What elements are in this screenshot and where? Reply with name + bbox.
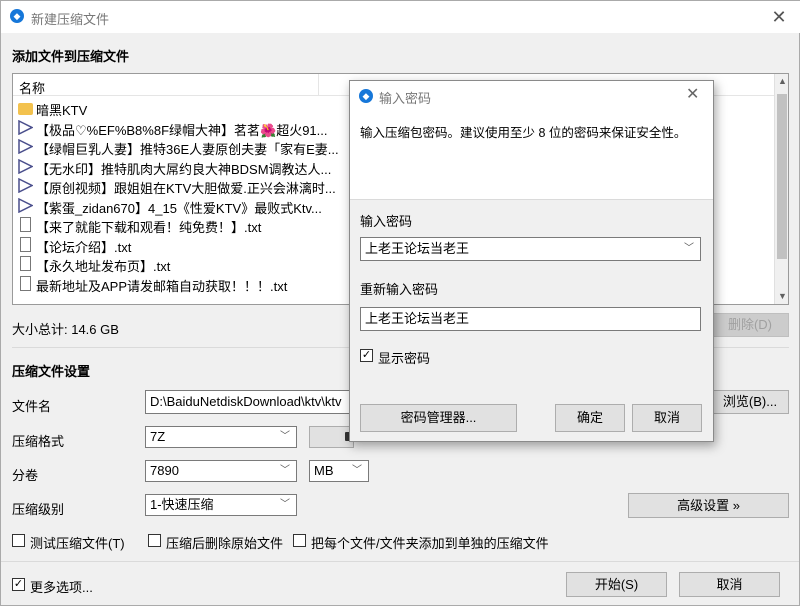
- test-label[interactable]: 测试压缩文件(T): [30, 533, 125, 552]
- volume-select[interactable]: 7890 ﹀: [145, 460, 297, 482]
- list-item-name: 【极品♡%EF%B8%8F绿帽大神】茗茗🌺超火91...: [36, 122, 328, 138]
- text-file-icon: [20, 256, 31, 271]
- dialog-title: 输入密码: [379, 91, 432, 106]
- divider: [350, 199, 713, 200]
- total-size: 大小总计: 14.6 GB: [12, 322, 119, 337]
- separate-checkbox[interactable]: [293, 534, 306, 547]
- list-item-name: 【原创视频】跟姐姐在KTV大胆做爱.正兴会淋漓时...: [36, 181, 336, 196]
- dialog-title-bar: ◆ 输入密码 ✕: [350, 81, 713, 111]
- show-password-checkbox[interactable]: ✓: [360, 349, 373, 362]
- scroll-thumb[interactable]: [777, 94, 787, 259]
- chevron-down-icon: ﹀: [352, 465, 362, 476]
- password-manager-button[interactable]: 密码管理器...: [360, 404, 517, 432]
- list-item-name: 【永久地址发布页】.txt: [36, 259, 171, 274]
- column-divider[interactable]: [318, 74, 319, 96]
- scrollbar[interactable]: ▲ ▼: [774, 74, 788, 304]
- list-item-name: 暗黑KTV: [36, 103, 88, 118]
- volume-unit-select[interactable]: MB ﹀: [309, 460, 369, 482]
- video-file-icon: [18, 138, 34, 155]
- column-header-name[interactable]: 名称: [19, 78, 45, 97]
- dialog-cancel-button[interactable]: 取消: [632, 404, 702, 432]
- window-title: 新建压缩文件: [31, 12, 110, 27]
- divider: [1, 561, 799, 562]
- more-options-label[interactable]: 更多选项...: [30, 577, 93, 596]
- scroll-up-icon[interactable]: ▲: [775, 74, 788, 89]
- level-select[interactable]: 1-快速压缩 ﹀: [145, 494, 297, 516]
- browse-button[interactable]: 浏览(B)...: [711, 390, 789, 414]
- more-options-checkbox[interactable]: ✓: [12, 578, 25, 591]
- list-item-name: 【来了就能下载和观看！纯免费！】.txt: [36, 220, 262, 235]
- show-password-label[interactable]: 显示密码: [378, 348, 430, 367]
- password-label: 输入密码: [360, 214, 413, 229]
- cancel-button[interactable]: 取消: [679, 572, 780, 597]
- password-button[interactable]: [309, 426, 354, 448]
- volume-label: 分卷: [12, 468, 39, 483]
- chevron-down-icon: ﹀: [280, 499, 290, 510]
- start-button[interactable]: 开始(S): [566, 572, 667, 597]
- list-item-name: 最新地址及APP请发邮箱自动获取！！！.txt: [36, 278, 288, 294]
- format-value: 7Z: [150, 429, 166, 444]
- chevron-down-icon: ﹀: [684, 243, 694, 254]
- level-label: 压缩级别: [12, 502, 65, 517]
- close-icon[interactable]: ✕: [767, 5, 791, 29]
- app-logo-icon: ◆: [10, 9, 24, 23]
- confirm-password-input[interactable]: 上老王论坛当老王: [360, 307, 701, 331]
- ok-button[interactable]: 确定: [555, 404, 625, 432]
- list-item-name: 【紫蛋_zidan670】4_15《性爱KTV》最败式Ktv...: [36, 200, 322, 216]
- password-dialog: ◆ 输入密码 ✕ 输入压缩包密码。建议使用至少 8 位的密码来保证安全性。 输入…: [349, 80, 714, 442]
- delete-button[interactable]: 删除(D): [711, 313, 789, 337]
- format-select[interactable]: 7Z ﹀: [145, 426, 297, 448]
- video-file-icon: [18, 197, 34, 213]
- test-checkbox[interactable]: [12, 534, 25, 547]
- title-bar: ◆ 新建压缩文件 ✕: [1, 1, 800, 33]
- video-file-icon: [18, 119, 34, 135]
- scroll-down-icon[interactable]: ▼: [775, 289, 788, 304]
- confirm-password-label: 重新输入密码: [360, 282, 439, 297]
- dialog-hint: 输入压缩包密码。建议使用至少 8 位的密码来保证安全性。: [360, 126, 687, 140]
- text-file-icon: [20, 275, 31, 291]
- video-file-icon: [18, 158, 34, 174]
- delete-after-label[interactable]: 压缩后删除原始文件: [166, 533, 283, 552]
- filename-input[interactable]: D:\BaiduNetdiskDownload\ktv\ktv: [145, 390, 355, 414]
- text-file-icon: [20, 236, 31, 252]
- section-add-label: 添加文件到压缩文件: [12, 49, 130, 64]
- app-logo-icon: ◆: [359, 89, 373, 103]
- dialog-hint-area: 输入压缩包密码。建议使用至少 8 位的密码来保证安全性。: [350, 111, 713, 199]
- list-item-name: 【无水印】推特肌肉大屌约良大神BDSM调教达人...: [36, 161, 332, 177]
- chevron-down-icon: ﹀: [280, 465, 290, 476]
- volume-value: 7890: [150, 463, 179, 478]
- separate-label[interactable]: 把每个文件/文件夹添加到单独的压缩文件: [311, 533, 549, 552]
- close-icon[interactable]: ✕: [686, 84, 699, 104]
- delete-after-checkbox[interactable]: [148, 534, 161, 547]
- level-value: 1-快速压缩: [150, 497, 214, 512]
- advanced-settings-button[interactable]: 高级设置 »: [628, 493, 789, 518]
- chevron-down-icon: ﹀: [280, 431, 290, 442]
- list-item-name: 【论坛介绍】.txt: [36, 239, 132, 255]
- folder-icon: [18, 103, 33, 115]
- password-value: 上老王论坛当老王: [365, 241, 470, 256]
- format-label: 压缩格式: [12, 434, 65, 449]
- volume-unit: MB: [314, 463, 334, 478]
- password-input[interactable]: 上老王论坛当老王 ﹀: [360, 237, 701, 261]
- filename-label: 文件名: [12, 399, 52, 414]
- text-file-icon: [20, 217, 31, 232]
- video-file-icon: [18, 177, 34, 194]
- list-item-name: 【绿帽巨乳人妻】推特36E人妻原创夫妻「家有E妻...: [36, 142, 339, 157]
- section-settings-label: 压缩文件设置: [12, 364, 91, 379]
